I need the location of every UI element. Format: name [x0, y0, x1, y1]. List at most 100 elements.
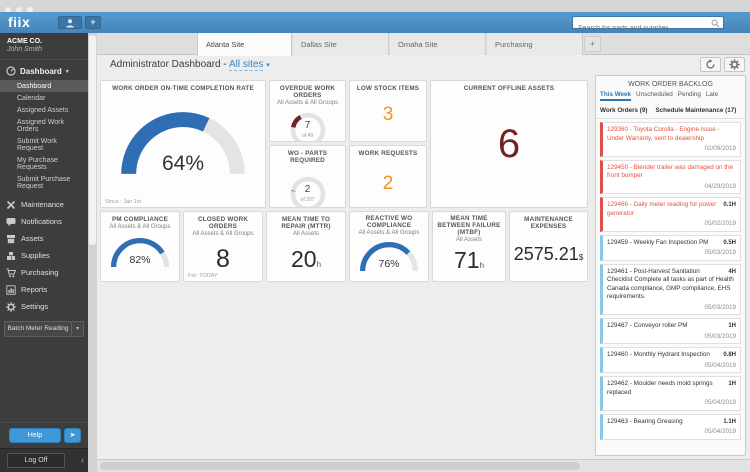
gauge-value: 76% — [378, 258, 400, 270]
sidebar-item-label: Dashboard — [20, 66, 62, 76]
widget-low-stock-items[interactable]: LOW STOCK ITEMS 3 — [349, 80, 427, 142]
sidebar-scrollbar[interactable] — [88, 33, 97, 472]
widget-wo-parts-required[interactable]: WO - PARTS REQUIRED 2 of 207 — [269, 145, 346, 208]
collapse-sidebar-icon[interactable]: ‹ — [81, 453, 84, 468]
tab-purchasing[interactable]: Purchasing — [487, 33, 583, 55]
work-order-item[interactable]: 4H 129461 - Post-Harvest Sanitation Check… — [600, 263, 741, 315]
widget-reactive-wo-compliance[interactable]: REACTIVE WO COMPLIANCE All Assets & All … — [349, 211, 429, 282]
user-icon — [66, 19, 74, 28]
sidebar-item-assigned-work-orders[interactable]: Assigned Work Orders — [0, 116, 88, 135]
chat-bubble-icon — [6, 217, 16, 226]
sidebar: ACME CO. John Smith Dashboard ▾ Dashboar… — [0, 33, 88, 472]
chevron-down-icon[interactable]: ▾ — [71, 321, 84, 337]
dashboard-submenu: Dashboard Calendar Assigned Assets Assig… — [0, 80, 88, 192]
work-order-date: 05/03/2019 — [704, 249, 736, 256]
widget-mtbf[interactable]: MEAN TIME BETWEEN FAILURE (MTBF) All Ass… — [432, 211, 506, 282]
dashboard-icon — [6, 66, 16, 76]
tab-dallas-site[interactable]: Dallas Site — [293, 33, 389, 55]
widget-closed-work-orders[interactable]: CLOSED WORK ORDERS All Assets & All Grou… — [183, 211, 263, 282]
widget-title: MEAN TIME BETWEEN FAILURE (MTBF) — [437, 215, 501, 236]
company-name: ACME CO. — [7, 38, 42, 45]
work-order-item[interactable]: 0.8H 129460 - Monthly Hydrant Inspection … — [600, 347, 741, 373]
dashboard-settings-button[interactable] — [724, 57, 745, 72]
sidebar-item-dashboard[interactable]: Dashboard ▾ — [0, 60, 88, 80]
site-tabs: Atlanta Site Dallas Site Omaha Site Purc… — [97, 33, 750, 56]
sidebar-item-calendar[interactable]: Calendar — [0, 92, 88, 104]
sidebar-item-maintenance[interactable]: Maintenance — [0, 196, 88, 213]
widget-completion-rate[interactable]: WORK ORDER ON-TIME COMPLETION RATE 64% S… — [100, 80, 266, 208]
widget-pm-compliance[interactable]: PM COMPLIANCE All Assets & All Groups 82… — [100, 211, 180, 282]
widget-current-offline-assets[interactable]: CURRENT OFFLINE ASSETS 6 — [430, 80, 588, 208]
backlog-title: WORK ORDER BACKLOG — [628, 81, 713, 88]
sidebar-item-dashboard-sub[interactable]: Dashboard — [0, 80, 88, 92]
log-off-button[interactable]: Log Off — [7, 453, 65, 468]
work-order-date: 04/29/2019 — [704, 182, 736, 190]
scrollbar-thumb[interactable] — [100, 462, 580, 470]
work-order-item[interactable]: 129360 - Toyota Corolla - Engine Issue -… — [600, 122, 741, 157]
work-order-text: 129463 - Bearing Greasing — [607, 417, 683, 425]
widget-title: CURRENT OFFLINE ASSETS — [463, 85, 555, 92]
work-order-item[interactable]: 1.1H 129463 - Bearing Greasing 05/04/2019 — [600, 413, 741, 440]
sidebar-item-settings[interactable]: Settings — [0, 298, 88, 315]
batch-meter-reading-button[interactable]: Batch Meter Reading ▾ — [4, 321, 84, 337]
mttr-unit: h — [316, 260, 322, 269]
sidebar-item-reports[interactable]: Reports — [0, 281, 88, 298]
gear-icon — [729, 59, 740, 70]
low-stock-value: 3 — [382, 104, 394, 125]
refresh-button[interactable] — [700, 57, 721, 72]
closed-wo-value: 8 — [216, 245, 230, 273]
widget-work-requests[interactable]: WORK REQUESTS 2 — [349, 145, 427, 208]
widget-title: CLOSED WORK ORDERS — [197, 216, 249, 230]
work-order-text: 129462 - Moulder needs mold springs repl… — [607, 380, 713, 396]
work-order-item[interactable]: 0.5H 129459 - Weekly Fan Inspection PM 05… — [600, 234, 741, 261]
sidebar-item-supplies[interactable]: Supplies — [0, 247, 88, 264]
group-schedule-maintenance[interactable]: Schedule Maintenance (17) — [655, 107, 736, 114]
sidebar-item-notifications[interactable]: Notifications — [0, 213, 88, 230]
widget-maintenance-expenses[interactable]: MAINTENANCE EXPENSES 2575.21$ — [509, 211, 588, 282]
widget-subtitle: All Assets & All Groups — [109, 224, 171, 230]
work-order-date: 05/03/2019 — [704, 332, 736, 340]
backlog-tab-unscheduled[interactable]: Unscheduled — [636, 91, 673, 101]
sidebar-item-submit-purchase-request[interactable]: Submit Purchase Request — [0, 173, 88, 192]
global-search[interactable] — [572, 16, 724, 34]
feedback-button[interactable]: ➤ — [64, 428, 81, 443]
sidebar-item-assigned-assets[interactable]: Assigned Assets — [0, 104, 88, 116]
page-title: Administrator Dashboard - All sites ▾ — [110, 59, 270, 71]
sidebar-item-submit-work-request[interactable]: Submit Work Request — [0, 135, 88, 154]
widget-overdue-work-orders[interactable]: OVERDUE WORK ORDERS All Assets & All Gro… — [269, 80, 346, 142]
work-order-item[interactable]: 1H 129467 - Conveyor roller PM 05/03/2019 — [600, 318, 741, 344]
work-order-text: 129461 - Post-Harvest Sanitation Checkli… — [607, 267, 734, 301]
work-requests-value: 2 — [382, 173, 394, 194]
gear-icon — [6, 301, 16, 312]
horizontal-scrollbar[interactable] — [97, 459, 750, 472]
user-menu-button[interactable] — [58, 16, 82, 29]
work-order-item[interactable]: 0.1H 129466 - Daily meter reading for pow… — [600, 197, 741, 232]
quick-add-button[interactable]: + — [85, 16, 101, 29]
backlog-tab-this-week[interactable]: This Week — [600, 91, 632, 101]
sidebar-item-assets[interactable]: Assets — [0, 230, 88, 247]
widget-mttr[interactable]: MEAN TIME TO REPAIR (MTTR) All Assets 20… — [266, 211, 346, 282]
tab-atlanta-site[interactable]: Atlanta Site — [197, 33, 292, 56]
work-order-item[interactable]: 1H 129462 - Moulder needs mold springs re… — [600, 376, 741, 411]
tab-omaha-site[interactable]: Omaha Site — [390, 33, 486, 55]
sidebar-item-label: Purchasing — [21, 268, 59, 277]
widget-subtitle: All Assets — [292, 231, 319, 237]
work-order-hours: 0.1H — [723, 202, 736, 208]
work-order-date: 05/04/2019 — [704, 361, 736, 369]
gauge-value: 82% — [129, 254, 151, 266]
backlog-tab-pending[interactable]: Pending — [678, 91, 701, 101]
work-order-text: 129360 - Toyota Corolla - Engine Issue -… — [607, 126, 720, 142]
donut-value: 7 — [304, 120, 311, 131]
sidebar-item-purchasing[interactable]: Purchasing — [0, 264, 88, 281]
mttr-value: 20 — [290, 246, 317, 272]
scrollbar-thumb[interactable] — [89, 35, 96, 245]
help-button[interactable]: Help — [9, 428, 61, 443]
site-selector-link[interactable]: All sites — [228, 59, 264, 71]
help-strip: Help ➤ — [0, 422, 88, 448]
sidebar-item-my-purchase-requests[interactable]: My Purchase Requests — [0, 154, 88, 173]
add-tab-button[interactable]: + — [584, 36, 601, 52]
backlog-tab-late[interactable]: Late — [706, 91, 718, 101]
widget-title: MAINTENANCE EXPENSES — [524, 216, 573, 230]
work-order-item[interactable]: 129450 - Blender trailer was damaged on … — [600, 159, 741, 194]
group-work-orders[interactable]: Work Orders (9) — [600, 107, 647, 114]
